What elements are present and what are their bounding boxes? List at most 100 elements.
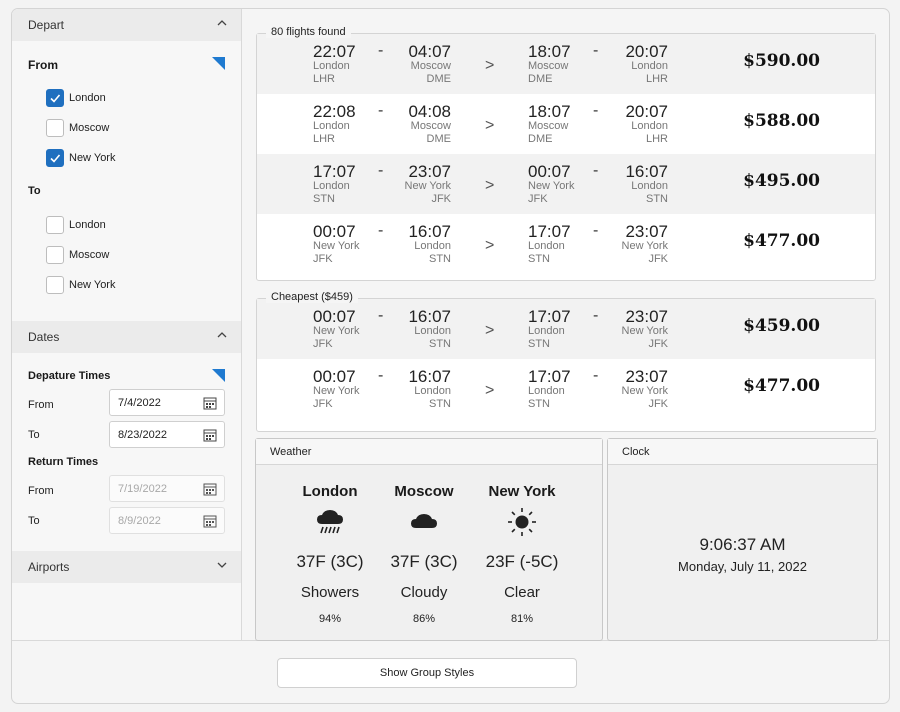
weather-humidity: 86%: [412, 613, 436, 625]
depart-city: New York: [313, 240, 360, 252]
checkbox-label: New York: [69, 279, 116, 291]
return-depart-time: 17:07: [528, 222, 571, 241]
return-depart-time: 17:07: [528, 367, 571, 386]
weather-london: London 37F (3C) Showers 94%: [284, 483, 376, 625]
date-value: 8/23/2022: [118, 429, 167, 441]
departure-times-label: Depature Times: [28, 370, 111, 382]
checkbox-to-moscow[interactable]: [46, 246, 64, 264]
weather-moscow: Moscow 37F (3C) Cloudy 86%: [378, 483, 470, 625]
airports-header-label: Airports: [28, 560, 70, 574]
flight-price: $495.00: [743, 171, 820, 191]
return-arrive-city: New York: [621, 325, 668, 337]
return-arrive-time: 23:07: [625, 222, 668, 241]
checkbox-label: Moscow: [69, 249, 110, 261]
separator-dash: -: [593, 367, 599, 384]
ret-from-date-input[interactable]: 7/19/2022: [109, 475, 225, 502]
chevron-down-icon: [217, 562, 227, 568]
dep-to-label: To: [28, 429, 40, 441]
dates-section-header[interactable]: Dates: [12, 321, 241, 353]
checkbox-from-london[interactable]: [46, 89, 64, 107]
checkbox-from-new-york[interactable]: [46, 149, 64, 167]
depart-section-header[interactable]: Depart: [12, 9, 241, 41]
return-depart-city: London: [528, 385, 565, 397]
flight-row[interactable]: 00:07 New York JFK 16:07 London STN 17:07 Londo…: [257, 214, 875, 274]
separator-dash: -: [378, 307, 384, 324]
ret-to-date-input[interactable]: 8/9/2022: [109, 507, 225, 534]
return-arrive-time: 23:07: [625, 307, 668, 326]
arrive-time: 04:08: [408, 102, 451, 121]
checkbox-label: London: [69, 92, 106, 104]
depart-header-label: Depart: [28, 18, 65, 32]
cheapest-title: Cheapest ($459): [266, 291, 358, 303]
flight-row[interactable]: 22:08 London LHR 04:08 Moscow DME 18:07 Moscow D…: [257, 94, 875, 154]
return-arrive-airport: JFK: [648, 338, 668, 350]
return-arrive-airport: JFK: [648, 253, 668, 265]
depart-time: 22:08: [313, 102, 356, 121]
flight-row[interactable]: 17:07 London STN 23:07 New York JFK 00:07 New Y…: [257, 154, 875, 214]
arrive-city: London: [414, 240, 451, 252]
arrive-time: 23:07: [408, 162, 451, 181]
weather-card: Weather London 37F (3C) Showers 94% Mosc…: [255, 438, 603, 641]
weather-temp: 23F (-5C): [485, 552, 559, 571]
return-depart-time: 18:07: [528, 42, 571, 61]
calendar-icon[interactable]: [203, 482, 217, 496]
return-depart-time: 17:07: [528, 307, 571, 326]
return-depart-time: 18:07: [528, 102, 571, 121]
date-value: 8/9/2022: [118, 515, 161, 527]
separator-dash: -: [593, 307, 599, 324]
checkbox-to-new-york[interactable]: [46, 276, 64, 294]
checkbox-from-moscow[interactable]: [46, 119, 64, 137]
dep-to-date-input[interactable]: 8/23/2022: [109, 421, 225, 448]
checkbox-label: New York: [69, 152, 116, 164]
airports-section-header[interactable]: Airports: [12, 551, 241, 583]
flight-row[interactable]: 00:07 New York JFK 16:07 London STN 17:07 Londo…: [257, 359, 875, 419]
dep-from-date-input[interactable]: 7/4/2022: [109, 389, 225, 416]
checkmark-icon: [50, 154, 61, 163]
clock-date: Monday, July 11, 2022: [678, 559, 807, 574]
checkbox-label: Moscow: [69, 122, 110, 134]
arrive-airport: STN: [429, 398, 451, 410]
depart-time: 22:07: [313, 42, 356, 61]
ret-from-label: From: [28, 485, 54, 497]
arrive-city: London: [414, 385, 451, 397]
flight-price: $590.00: [743, 51, 820, 71]
rain-cloud-icon: [284, 506, 376, 546]
depart-time: 00:07: [313, 222, 356, 241]
return-depart-airport: DME: [528, 73, 553, 85]
return-depart-city: London: [528, 240, 565, 252]
separator-dash: -: [593, 42, 599, 59]
calendar-icon[interactable]: [203, 428, 217, 442]
from-label: From: [28, 58, 58, 72]
filter-sidebar: Depart From London Moscow New York To Lo…: [12, 9, 242, 641]
arrive-airport: DME: [426, 73, 451, 85]
depart-city: London: [313, 120, 350, 132]
weather-temp: 37F (3C): [296, 552, 364, 571]
dep-from-label: From: [28, 399, 54, 411]
arrive-time: 16:07: [408, 307, 451, 326]
sun-icon: [476, 506, 568, 546]
separator-dash: -: [378, 222, 384, 239]
clock-title: Clock: [608, 439, 877, 465]
return-arrive-city: London: [631, 60, 668, 72]
separator-arrow: >: [485, 117, 495, 134]
calendar-icon[interactable]: [203, 514, 217, 528]
separator-dash: -: [593, 102, 599, 119]
arrive-city: London: [414, 325, 451, 337]
flight-row[interactable]: 00:07 New York JFK 16:07 London STN 17:07 Londo…: [257, 299, 875, 359]
arrive-city: New York: [404, 180, 451, 192]
calendar-icon[interactable]: [203, 396, 217, 410]
return-depart-city: Moscow: [528, 120, 569, 132]
return-depart-time: 00:07: [528, 162, 571, 181]
separator-arrow: >: [485, 237, 495, 254]
checkmark-icon: [50, 94, 61, 103]
checkbox-to-london[interactable]: [46, 216, 64, 234]
weather-city: New York: [488, 483, 556, 500]
flight-price: $477.00: [743, 376, 820, 396]
depart-airport: JFK: [313, 398, 333, 410]
flight-price: $459.00: [743, 316, 820, 336]
weather-humidity: 94%: [318, 613, 342, 625]
weather-condition: Clear: [504, 584, 540, 601]
to-label: To: [28, 185, 41, 197]
show-group-styles-button[interactable]: Show Group Styles: [277, 658, 577, 688]
flight-row[interactable]: 22:07 London LHR 04:07 Moscow DME 18:07 Moscow D…: [257, 34, 875, 94]
